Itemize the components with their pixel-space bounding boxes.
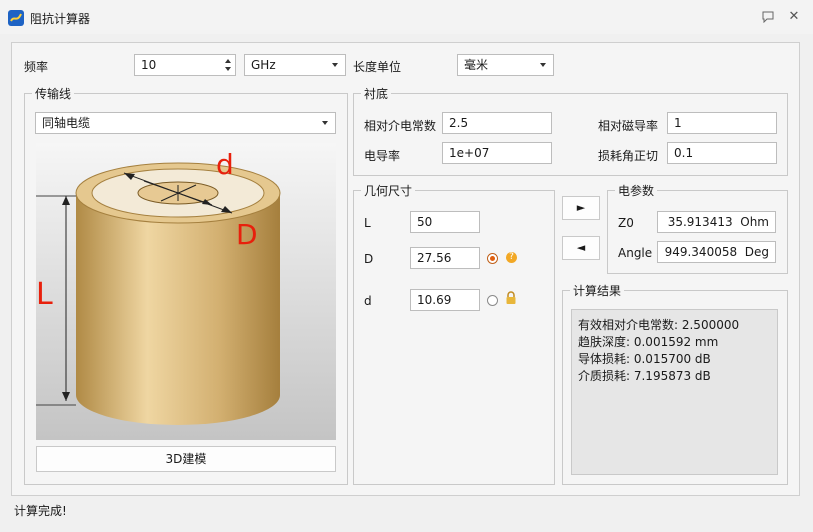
- permittivity-label: 相对介电常数: [364, 119, 437, 133]
- radio-dot: [490, 256, 495, 261]
- angle-value: 949.340058: [664, 245, 738, 259]
- loss-tangent-label: 损耗角正切: [598, 149, 659, 163]
- results-group-title: 计算结果: [570, 282, 625, 299]
- coax-diagram-svg: [36, 143, 336, 440]
- frequency-label: 频率: [24, 60, 49, 74]
- length-L-input[interactable]: 50: [410, 211, 480, 233]
- conductivity-label: 电导率: [364, 149, 401, 163]
- app-icon: [8, 10, 24, 26]
- length-unit-value: 毫米: [464, 58, 489, 72]
- frequency-unit-select[interactable]: GHz: [244, 54, 346, 76]
- spin-up-icon[interactable]: [225, 59, 231, 63]
- angle-label: Angle: [618, 246, 653, 260]
- inner-diameter-input[interactable]: 10.69: [410, 289, 480, 311]
- 3d-model-button[interactable]: 3D建模: [36, 446, 336, 472]
- result-skin-depth: 趋肤深度: 0.001592 mm: [578, 335, 719, 349]
- length-unit-select[interactable]: 毫米: [457, 54, 554, 76]
- length-L-label: L: [364, 216, 371, 230]
- diagram-label-d: d: [216, 148, 234, 181]
- geometry-group-title: 几何尺寸: [361, 182, 416, 199]
- analyze-back-button[interactable]: ◄: [562, 236, 600, 260]
- z0-input[interactable]: 35.913413 Ohm: [657, 211, 776, 233]
- z0-value: 35.913413: [667, 215, 733, 229]
- inner-diameter-radio[interactable]: [487, 295, 498, 306]
- title-bar: [0, 0, 813, 34]
- diagram-label-D: D: [236, 218, 258, 251]
- loss-tangent-input[interactable]: 0.1: [667, 142, 777, 164]
- status-text: 计算完成!: [14, 504, 67, 518]
- conductivity-input[interactable]: 1e+07: [442, 142, 552, 164]
- substrate-group-title: 衬底: [361, 85, 392, 102]
- outer-diameter-input[interactable]: 27.56: [410, 247, 480, 269]
- z0-unit: Ohm: [740, 215, 769, 229]
- frequency-unit-value: GHz: [251, 58, 276, 72]
- tline-group-title: 传输线: [32, 85, 75, 102]
- electrical-group-title: 电参数: [615, 182, 658, 199]
- synthesize-forward-button[interactable]: ►: [562, 196, 600, 220]
- permeability-label: 相对磁导率: [598, 119, 659, 133]
- results-box: 有效相对介电常数: 2.500000 趋肤深度: 0.001592 mm 导体损…: [571, 309, 778, 475]
- lock-icon[interactable]: [505, 291, 517, 308]
- diagram-label-L: L: [36, 277, 53, 312]
- result-dielectric-loss: 介质损耗: 7.195873 dB: [578, 369, 711, 383]
- spin-down-icon[interactable]: [225, 67, 231, 71]
- angle-input[interactable]: 949.340058 Deg: [657, 241, 776, 263]
- comment-icon[interactable]: [759, 8, 777, 26]
- result-effective-permittivity: 有效相对介电常数: 2.500000: [578, 318, 740, 332]
- permeability-input[interactable]: 1: [667, 112, 777, 134]
- outer-diameter-radio[interactable]: [487, 253, 498, 264]
- help-icon[interactable]: ?: [506, 252, 517, 263]
- chevron-down-icon: [540, 63, 546, 67]
- chevron-down-icon: [322, 121, 328, 125]
- tline-type-value: 同轴电缆: [42, 116, 91, 130]
- close-icon[interactable]: ✕: [785, 8, 803, 26]
- inner-diameter-label: d: [364, 294, 372, 308]
- length-unit-label: 长度单位: [353, 60, 402, 74]
- permittivity-input[interactable]: 2.5: [442, 112, 552, 134]
- chevron-down-icon: [332, 63, 338, 67]
- result-conductor-loss: 导体损耗: 0.015700 dB: [578, 352, 711, 366]
- frequency-value: 10: [141, 58, 157, 72]
- outer-diameter-label: D: [364, 252, 374, 266]
- angle-unit: Deg: [744, 245, 769, 259]
- frequency-input[interactable]: 10: [134, 54, 236, 76]
- tline-type-select[interactable]: 同轴电缆: [35, 112, 336, 134]
- geometry-group: [353, 190, 555, 485]
- window-title: 阻抗计算器: [30, 12, 91, 26]
- coax-diagram: d D L: [36, 143, 336, 440]
- z0-label: Z0: [618, 216, 634, 230]
